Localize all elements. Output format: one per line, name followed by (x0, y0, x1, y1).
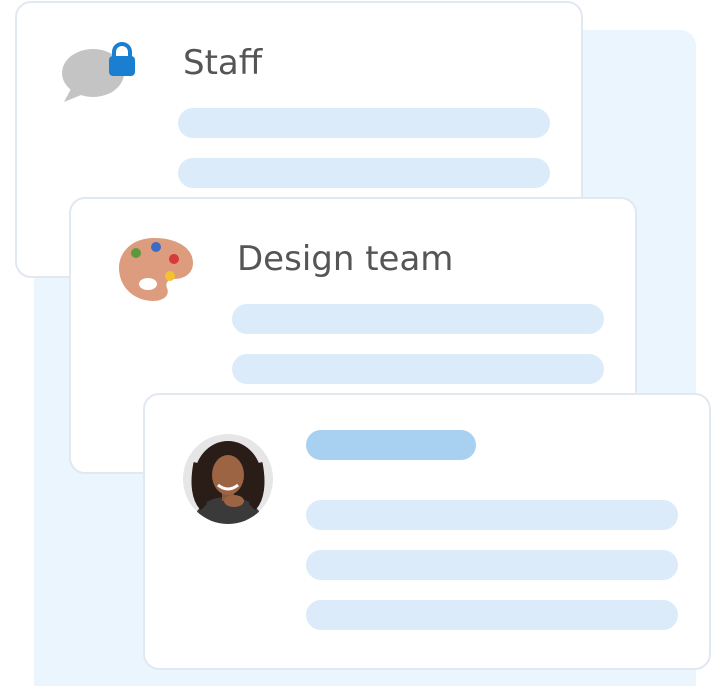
avatar (183, 434, 273, 524)
palette-icon (119, 238, 193, 301)
placeholder-name (306, 430, 476, 460)
placeholder-line (306, 500, 678, 530)
placeholder-line (178, 158, 550, 188)
chat-lock-icon (62, 42, 135, 102)
person-card[interactable] (143, 393, 711, 670)
design-team-title: Design team (237, 239, 454, 279)
placeholder-line (178, 108, 550, 138)
placeholder-line (232, 354, 604, 384)
placeholder-line (306, 600, 678, 630)
placeholder-line (232, 304, 604, 334)
placeholder-line (306, 550, 678, 580)
staff-title: Staff (183, 43, 263, 83)
